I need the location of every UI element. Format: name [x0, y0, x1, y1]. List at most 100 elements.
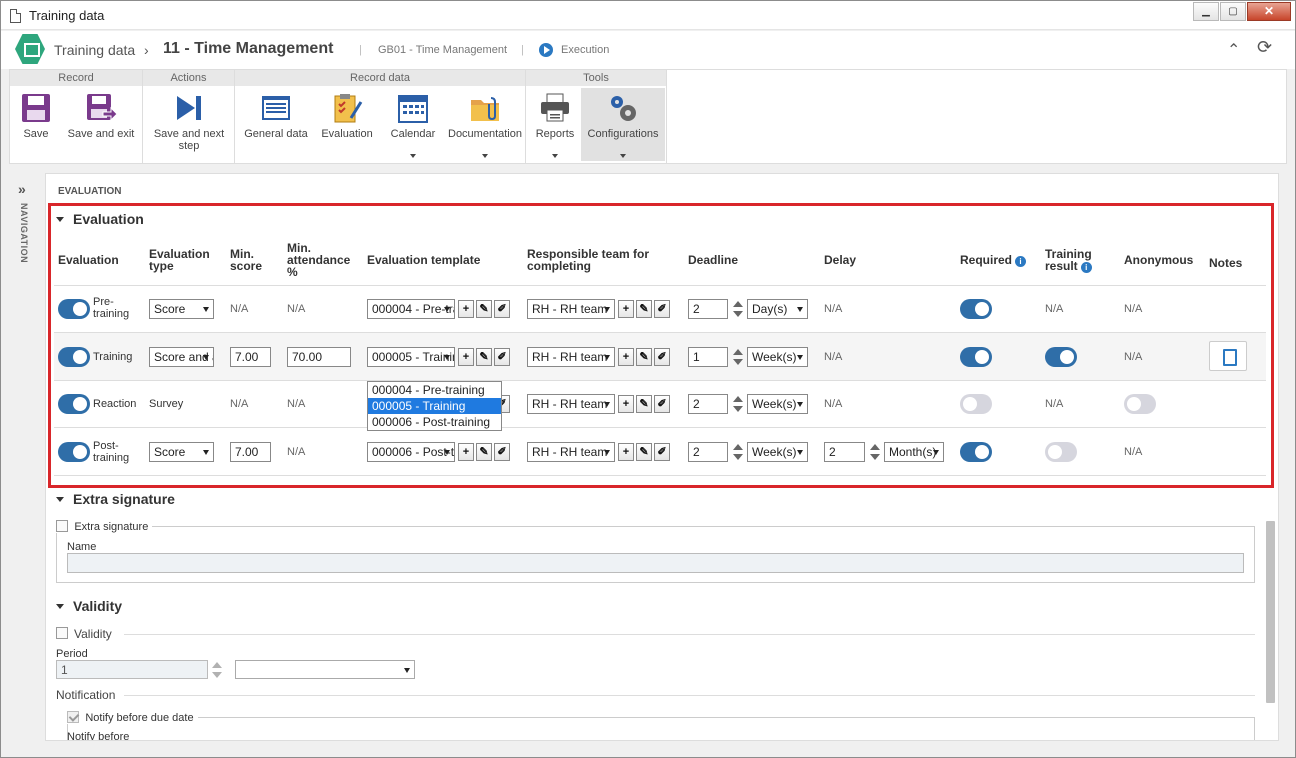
edit-team-icon[interactable]: ✎ — [636, 395, 652, 413]
anonymous-value: N/A — [1124, 351, 1143, 363]
edit-template-icon[interactable]: ✎ — [476, 443, 492, 461]
deadline-unit-select[interactable]: Week(s) — [747, 394, 808, 414]
collapse-header-icon[interactable]: ⌃ — [1227, 40, 1240, 60]
period-input[interactable]: 1 — [56, 660, 208, 679]
deadline-unit-select[interactable]: Day(s) — [747, 299, 808, 319]
deadline-value-input[interactable]: 1 — [688, 347, 728, 367]
dropdown-option[interactable]: 000004 - Pre-training — [368, 382, 501, 398]
signature-name-input[interactable] — [67, 553, 1244, 573]
required-toggle[interactable] — [960, 299, 992, 319]
evaluation-toggle[interactable] — [58, 442, 90, 462]
deadline-spinner-icon[interactable] — [729, 347, 747, 367]
notes-document-icon[interactable] — [1209, 341, 1247, 371]
edit-template-icon[interactable]: ✎ — [476, 348, 492, 366]
team-select[interactable]: RH - RH team — [527, 394, 615, 414]
edit-team-icon[interactable]: ✎ — [636, 443, 652, 461]
template-dropdown-list[interactable]: 000004 - Pre-training 000005 - Training … — [367, 381, 502, 431]
breadcrumb-module[interactable]: Training data — [54, 42, 135, 58]
documentation-button[interactable]: Documentation — [447, 88, 523, 161]
min-score-value: N/A — [230, 398, 249, 410]
evaluation-button[interactable]: Evaluation — [315, 88, 379, 161]
deadline-spinner-icon[interactable] — [729, 442, 747, 462]
add-template-icon[interactable]: + — [458, 443, 474, 461]
add-template-icon[interactable]: + — [458, 300, 474, 318]
evaluation-type-select[interactable]: Score — [149, 299, 214, 319]
team-select[interactable]: RH - RH team — [527, 442, 615, 462]
clear-team-icon[interactable]: ✐ — [654, 395, 670, 413]
template-select[interactable]: 000005 - Training — [367, 347, 455, 367]
deadline-unit-select[interactable]: Week(s) — [747, 347, 808, 367]
info-icon[interactable]: i — [1015, 256, 1027, 267]
deadline-spinner-icon[interactable] — [729, 394, 747, 414]
evaluation-caption[interactable]: Evaluation — [56, 211, 144, 227]
collapse-triangle-icon — [56, 604, 64, 609]
navigation-panel[interactable]: » NAVIGATION — [9, 173, 43, 753]
general-data-button[interactable]: General data — [241, 88, 311, 161]
evaluation-toggle[interactable] — [58, 299, 90, 319]
add-team-icon[interactable]: + — [618, 300, 634, 318]
min-attendance-value: N/A — [287, 398, 306, 410]
period-spinner-icon[interactable] — [208, 660, 226, 680]
team-select[interactable]: RH - RH team — [527, 299, 615, 319]
add-template-icon[interactable]: + — [458, 348, 474, 366]
clear-team-icon[interactable]: ✐ — [654, 300, 670, 318]
add-team-icon[interactable]: + — [618, 395, 634, 413]
deadline-spinner-icon[interactable] — [729, 299, 747, 319]
deadline-value-input[interactable]: 2 — [688, 442, 728, 462]
min-score-input[interactable]: 7.00 — [230, 347, 271, 367]
vertical-scrollbar[interactable] — [1266, 521, 1275, 703]
clear-team-icon[interactable]: ✐ — [654, 348, 670, 366]
reports-button[interactable]: Reports — [530, 88, 580, 161]
deadline-value-input[interactable]: 2 — [688, 299, 728, 319]
save-button[interactable]: Save — [14, 88, 58, 161]
configurations-button[interactable]: Configurations — [581, 88, 665, 161]
clear-team-icon[interactable]: ✐ — [654, 443, 670, 461]
calendar-button[interactable]: Calendar — [383, 88, 443, 161]
template-select[interactable]: 000004 - Pre-training — [367, 299, 455, 319]
required-toggle[interactable] — [960, 347, 992, 367]
required-toggle[interactable] — [960, 394, 992, 414]
training-result-toggle[interactable] — [1045, 442, 1077, 462]
add-team-icon[interactable]: + — [618, 443, 634, 461]
anonymous-toggle[interactable] — [1124, 394, 1156, 414]
close-button[interactable]: ✕ — [1247, 2, 1291, 21]
save-and-next-step-button[interactable]: Save and next step — [147, 88, 231, 161]
dropdown-option[interactable]: 000006 - Post-training — [368, 414, 501, 430]
column-header-required: Required i — [960, 254, 1027, 267]
required-toggle[interactable] — [960, 442, 992, 462]
template-select[interactable]: 000006 - Post-training — [367, 442, 455, 462]
clear-template-icon[interactable]: ✐ — [494, 443, 510, 461]
team-select[interactable]: RH - RH team — [527, 347, 615, 367]
extra-signature-caption[interactable]: Extra signature — [56, 491, 175, 507]
edit-template-icon[interactable]: ✎ — [476, 300, 492, 318]
training-result-toggle[interactable] — [1045, 347, 1077, 367]
deadline-unit-select[interactable]: Week(s) — [747, 442, 808, 462]
min-score-input[interactable]: 7.00 — [230, 442, 271, 462]
extra-signature-checkbox[interactable] — [56, 520, 68, 532]
add-team-icon[interactable]: + — [618, 348, 634, 366]
min-attendance-input[interactable]: 70.00 — [287, 347, 351, 367]
evaluation-toggle[interactable] — [58, 347, 90, 367]
delay-value-input[interactable]: 2 — [824, 442, 865, 462]
info-icon[interactable]: i — [1080, 262, 1092, 273]
expand-navigation-icon[interactable]: » — [18, 181, 26, 197]
validity-checkbox[interactable] — [56, 627, 68, 639]
save-and-exit-button[interactable]: Save and exit — [64, 88, 138, 161]
evaluation-type-select[interactable]: Score and attendance — [149, 347, 214, 367]
edit-team-icon[interactable]: ✎ — [636, 348, 652, 366]
dropdown-option-selected[interactable]: 000005 - Training — [368, 398, 501, 414]
evaluation-type-select[interactable]: Score — [149, 442, 214, 462]
period-unit-select[interactable] — [235, 660, 415, 679]
delay-unit-select[interactable]: Month(s) — [884, 442, 944, 462]
deadline-value-input[interactable]: 2 — [688, 394, 728, 414]
maximize-button[interactable]: ▢ — [1220, 2, 1246, 21]
minimize-button[interactable]: ▁ — [1193, 2, 1219, 21]
evaluation-toggle[interactable] — [58, 394, 90, 414]
delay-spinner-icon[interactable] — [866, 442, 884, 462]
refresh-icon[interactable]: ⟳ — [1257, 37, 1272, 58]
notify-before-due-date-checkbox[interactable] — [67, 711, 79, 723]
validity-caption[interactable]: Validity — [56, 598, 122, 614]
edit-team-icon[interactable]: ✎ — [636, 300, 652, 318]
clear-template-icon[interactable]: ✐ — [494, 300, 510, 318]
clear-template-icon[interactable]: ✐ — [494, 348, 510, 366]
